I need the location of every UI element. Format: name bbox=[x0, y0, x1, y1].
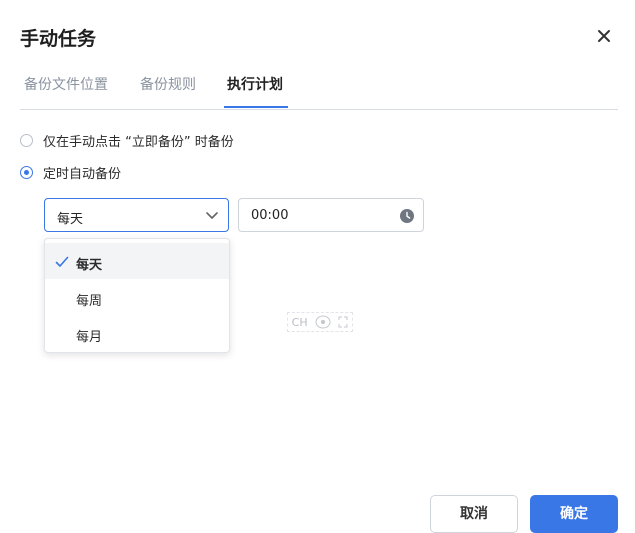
tab-backup-rules[interactable]: 备份规则 bbox=[140, 74, 196, 94]
ime-settings-icon[interactable] bbox=[315, 315, 331, 329]
radio-timed-label: 定时自动备份 bbox=[43, 167, 122, 182]
dropdown-option-monthly[interactable]: 每月 bbox=[45, 315, 229, 351]
chevron-down-icon bbox=[206, 212, 218, 219]
dropdown-option-label: 每周 bbox=[76, 294, 103, 309]
dropdown-option-daily[interactable]: 每天 bbox=[45, 243, 229, 279]
dialog-title: 手动任务 bbox=[20, 28, 97, 50]
radio-manual-option[interactable]: 仅在手动点击 “立即备份” 时备份 bbox=[20, 131, 234, 150]
dropdown-option-weekly[interactable]: 每周 bbox=[45, 279, 229, 315]
close-icon[interactable] bbox=[594, 26, 614, 46]
frequency-dropdown-menu: 每天 每周 每月 bbox=[44, 238, 230, 353]
cancel-button[interactable]: 取消 bbox=[430, 495, 518, 533]
radio-manual[interactable] bbox=[20, 134, 33, 147]
expand-icon[interactable] bbox=[338, 316, 348, 328]
tab-backup-location[interactable]: 备份文件位置 bbox=[24, 74, 108, 94]
radio-timed[interactable] bbox=[20, 166, 33, 179]
active-tab-indicator bbox=[224, 106, 288, 108]
ime-toolbar: CH bbox=[287, 312, 353, 332]
time-input[interactable]: 00:00 bbox=[238, 198, 424, 232]
tab-bar: 备份文件位置 备份规则 执行计划 bbox=[20, 64, 618, 110]
frequency-select[interactable]: 每天 bbox=[44, 198, 229, 232]
frequency-select-value: 每天 bbox=[57, 212, 84, 227]
tab-execution-plan[interactable]: 执行计划 bbox=[227, 74, 283, 94]
check-icon bbox=[55, 256, 69, 267]
radio-timed-option[interactable]: 定时自动备份 bbox=[20, 163, 121, 182]
radio-manual-label: 仅在手动点击 “立即备份” 时备份 bbox=[43, 135, 234, 150]
clock-icon[interactable] bbox=[400, 209, 414, 223]
dropdown-option-label: 每月 bbox=[76, 330, 103, 345]
confirm-button[interactable]: 确定 bbox=[530, 495, 618, 533]
ime-lang-label[interactable]: CH bbox=[292, 316, 308, 329]
dropdown-option-label: 每天 bbox=[76, 258, 103, 273]
time-input-value: 00:00 bbox=[251, 208, 289, 223]
